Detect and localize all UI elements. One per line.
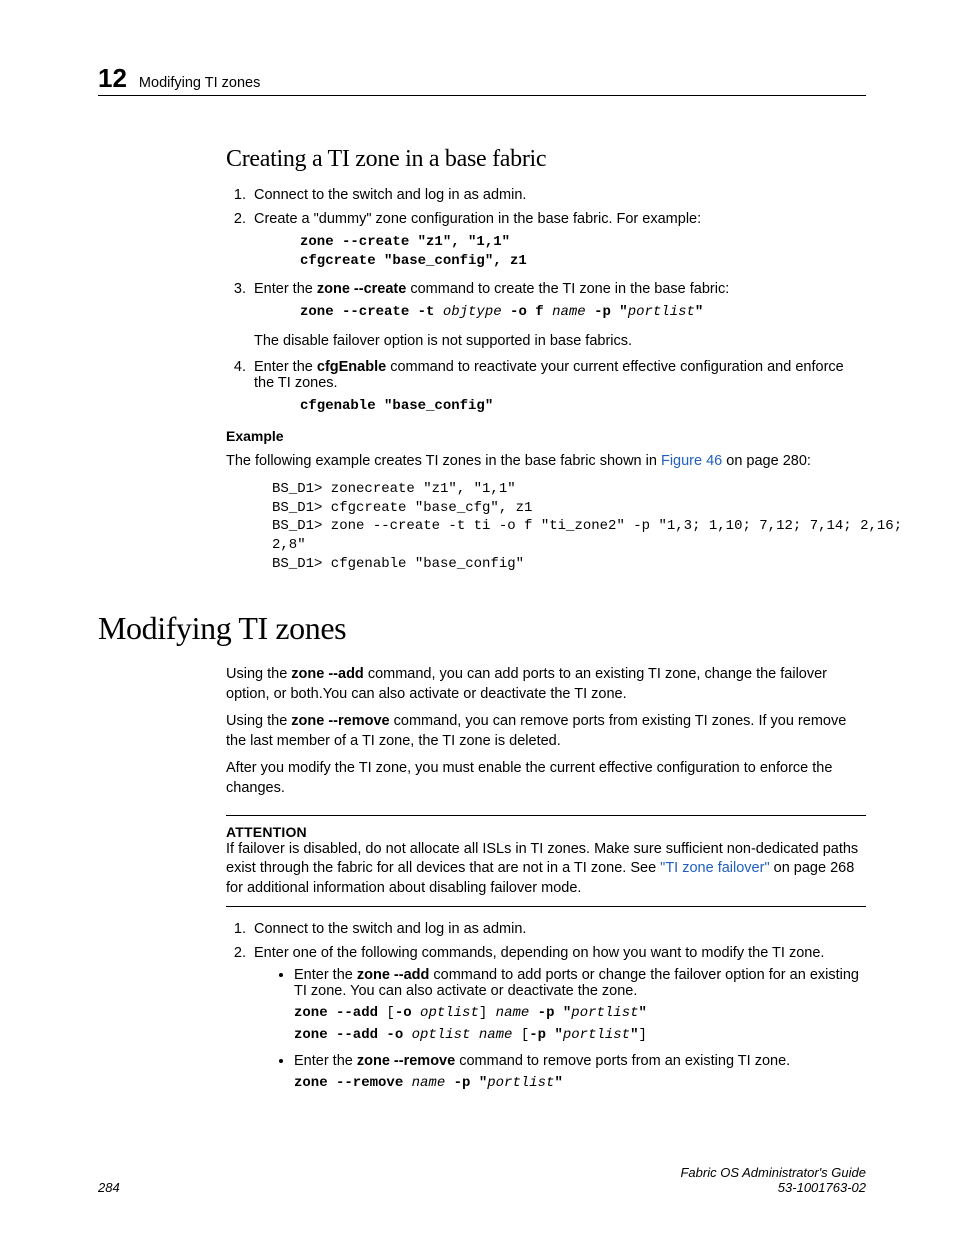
cross-ref-link[interactable]: "TI zone failover"	[660, 860, 769, 876]
step-2: Create a "dummy" zone configuration in t…	[250, 211, 866, 271]
t: portlist	[487, 1075, 554, 1091]
code-keyword: -p "	[586, 304, 628, 320]
code-block: zone --create -t objtype -o f name -p "p…	[300, 303, 866, 322]
code-keyword: "	[695, 304, 703, 320]
step-note: The disable failover option is not suppo…	[254, 332, 866, 352]
t: name	[412, 1075, 446, 1091]
code-param: name	[552, 304, 586, 320]
book-title: Fabric OS Administrator's Guide	[680, 1165, 866, 1180]
page-number: 284	[98, 1180, 120, 1195]
page-header: 12 Modifying TI zones	[98, 65, 866, 96]
figure-link[interactable]: Figure 46	[661, 453, 722, 469]
steps-list: Connect to the switch and log in as admi…	[226, 187, 866, 416]
code-line: zone --add [-o optlist] name -p "portlis…	[294, 1005, 866, 1021]
text: command to remove ports from an existing…	[455, 1053, 790, 1069]
attention-label: ATTENTION	[226, 824, 866, 840]
text: Enter the	[294, 1053, 357, 1069]
t: -p "	[529, 1005, 571, 1021]
step-text-pre: Enter the	[254, 281, 317, 297]
command-name: zone --remove	[357, 1053, 455, 1069]
t: zone --remove	[294, 1075, 412, 1091]
section-creating-ti-zone: Creating a TI zone in a base fabric Conn…	[226, 146, 866, 574]
step-text: Connect to the switch and log in as admi…	[254, 187, 526, 203]
step-1: Connect to the switch and log in as admi…	[250, 187, 866, 203]
text: The following example creates TI zones i…	[226, 453, 661, 469]
t: "	[630, 1027, 638, 1043]
t: zone --add -o	[294, 1027, 412, 1043]
code-param: objtype	[443, 304, 502, 320]
step-text-pre: Enter the	[254, 359, 317, 375]
bullet-item: Enter the zone --add command to add port…	[294, 967, 866, 1043]
command-name: zone --create	[317, 281, 406, 297]
paragraph: After you modify the TI zone, you must e…	[226, 759, 866, 798]
t: -o	[395, 1005, 420, 1021]
step-1: Connect to the switch and log in as admi…	[250, 921, 866, 937]
step-text: Enter one of the following commands, dep…	[254, 945, 824, 961]
command-name: cfgEnable	[317, 359, 386, 375]
paragraph: Using the zone --remove command, you can…	[226, 712, 866, 751]
step-2: Enter one of the following commands, dep…	[250, 945, 866, 1091]
t: portlist	[563, 1027, 630, 1043]
example-intro: The following example creates TI zones i…	[226, 452, 866, 472]
chapter-number: 12	[98, 65, 127, 91]
step-text: Connect to the switch and log in as admi…	[254, 921, 526, 937]
section-modifying-ti-zones: Using the zone --add command, you can ad…	[226, 665, 866, 1091]
code-keyword: -o f	[502, 304, 552, 320]
t: portlist	[571, 1005, 638, 1021]
code-block: zone --create "z1", "1,1" cfgcreate "bas…	[300, 233, 866, 271]
command-name: zone --remove	[291, 713, 389, 729]
command-name: zone --add	[291, 666, 364, 682]
text: Using the	[226, 713, 291, 729]
t: optlist name	[412, 1027, 513, 1043]
steps-list: Connect to the switch and log in as admi…	[226, 921, 866, 1091]
text: Using the	[226, 666, 291, 682]
t: [	[512, 1027, 529, 1043]
text: Enter the	[294, 967, 357, 983]
text: on page 280:	[722, 453, 811, 469]
section-title: Creating a TI zone in a base fabric	[226, 146, 866, 173]
step-text: Create a "dummy" zone configuration in t…	[254, 211, 701, 227]
attention-body: If failover is disabled, do not allocate…	[226, 840, 866, 899]
page-footer: 284 Fabric OS Administrator's Guide 53-1…	[98, 1165, 866, 1195]
bullet-list: Enter the zone --add command to add port…	[254, 967, 866, 1091]
page: 12 Modifying TI zones Creating a TI zone…	[0, 0, 954, 1235]
bullet-item: Enter the zone --remove command to remov…	[294, 1053, 866, 1091]
step-text-post: command to create the TI zone in the bas…	[406, 281, 729, 297]
footer-right: Fabric OS Administrator's Guide 53-10017…	[680, 1165, 866, 1195]
t: "	[639, 1005, 647, 1021]
major-section-title: Modifying TI zones	[98, 610, 866, 647]
code-block: cfgenable "base_config"	[300, 397, 866, 416]
t: -p "	[445, 1075, 487, 1091]
t: optlist	[420, 1005, 479, 1021]
code-line: zone --add -o optlist name [-p "portlist…	[294, 1027, 866, 1043]
step-4: Enter the cfgEnable command to reactivat…	[250, 359, 866, 416]
t: zone --add	[294, 1005, 386, 1021]
chapter-title: Modifying TI zones	[139, 75, 260, 91]
code-param: portlist	[628, 304, 695, 320]
t: ]	[639, 1027, 647, 1043]
example-label: Example	[226, 428, 866, 444]
t: name	[496, 1005, 530, 1021]
code-keyword: zone --create -t	[300, 304, 443, 320]
t: [	[386, 1005, 394, 1021]
paragraph: Using the zone --add command, you can ad…	[226, 665, 866, 704]
code-line: zone --remove name -p "portlist"	[294, 1075, 866, 1091]
command-name: zone --add	[357, 967, 430, 983]
t: "	[554, 1075, 562, 1091]
step-3: Enter the zone --create command to creat…	[250, 281, 866, 351]
attention-box: ATTENTION If failover is disabled, do no…	[226, 815, 866, 908]
doc-number: 53-1001763-02	[680, 1180, 866, 1195]
t: ]	[479, 1005, 496, 1021]
example-output: BS_D1> zonecreate "z1", "1,1" BS_D1> cfg…	[272, 480, 866, 574]
t: -p "	[529, 1027, 563, 1043]
